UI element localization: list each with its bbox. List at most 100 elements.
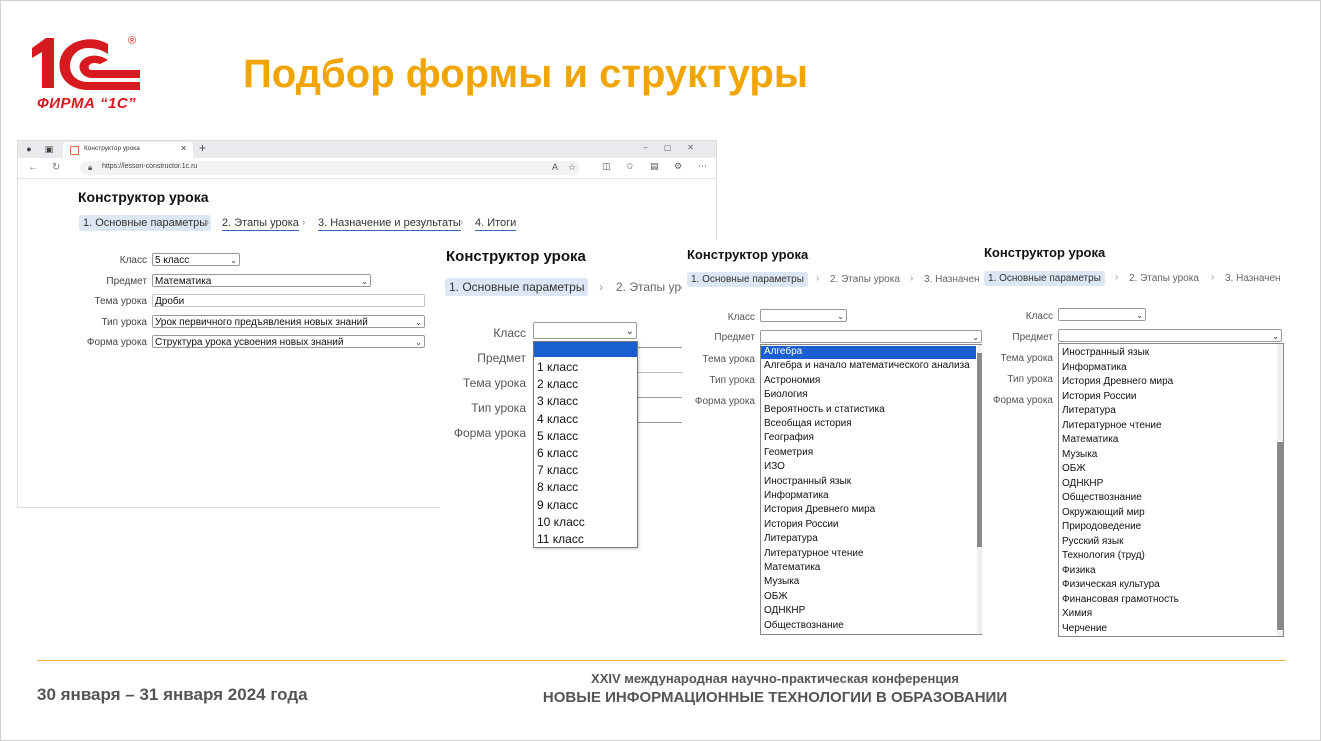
panel4-subject-option[interactable]: История России: [1062, 391, 1137, 402]
panel2-class-option[interactable]: 8 класс: [537, 480, 578, 494]
panel2-class-option[interactable]: 10 класс: [537, 515, 585, 529]
panel4-subject-option[interactable]: Черчение: [1062, 623, 1107, 634]
lesson-form-select[interactable]: Структура урока усвоения новых знаний ⌄: [152, 335, 425, 348]
panel2-class-option[interactable]: 11 класс: [537, 532, 584, 546]
panel4-subject-option[interactable]: Финансовая грамотность: [1062, 594, 1179, 605]
panel4-subject-option[interactable]: Литература: [1062, 405, 1116, 416]
panel4-subject-option[interactable]: Литературное чтение: [1062, 420, 1162, 431]
panel4-subject-option[interactable]: Обществознание: [1062, 492, 1142, 503]
panel4-class-label: Класс: [1025, 311, 1053, 322]
panel4-subject-option[interactable]: ОДНКНР: [1062, 478, 1103, 489]
back-icon[interactable]: ←: [28, 162, 38, 173]
favorites-icon[interactable]: ✩: [626, 161, 634, 172]
panel4-subject-option[interactable]: Природоведение: [1062, 521, 1141, 532]
panel3-subject-option[interactable]: История России: [764, 519, 839, 530]
panel2-class-select[interactable]: ⌄: [533, 322, 637, 339]
class-select[interactable]: 5 класс ⌄: [152, 253, 240, 266]
panel4-step-purpose[interactable]: 3. Назначен: [1225, 273, 1281, 284]
step-totals[interactable]: 4. Итоги: [475, 217, 517, 231]
panel4-class-select[interactable]: ⌄: [1058, 308, 1146, 321]
panel4-subject-option[interactable]: Технология (труд): [1062, 550, 1145, 561]
panel4-subject-option[interactable]: Музыка: [1062, 449, 1097, 460]
panel4-subject-option[interactable]: Иностранный язык: [1062, 347, 1149, 358]
panel3-subject-option[interactable]: Математика: [764, 562, 820, 573]
step-purpose-results[interactable]: 3. Назначение и результаты: [318, 217, 461, 231]
panel3-subject-option[interactable]: Всеобщая история: [764, 418, 852, 429]
panel4-step-basic-params[interactable]: 1. Основные параметры: [984, 271, 1105, 286]
panel4-subject-option[interactable]: ОБЖ: [1062, 463, 1086, 474]
panel3-subject-option[interactable]: Геометрия: [764, 447, 813, 458]
step-basic-params[interactable]: 1. Основные параметры: [79, 215, 212, 231]
lesson-type-select[interactable]: Урок первичного предъявления новых знани…: [152, 315, 425, 328]
window-controls[interactable]: –▢✕: [643, 143, 710, 152]
step-lesson-stages[interactable]: 2. Этапы урока: [222, 217, 299, 231]
topic-label: Тема урока: [94, 296, 148, 307]
panel4-step-stages[interactable]: 2. Этапы урока: [1129, 273, 1199, 284]
panel4-subject-dropdown-list[interactable]: Иностранный язык Информатика История Древн…: [1058, 343, 1284, 637]
panel3-subject-dropdown-list[interactable]: Алгебра Алгебра и начало математического …: [760, 344, 984, 635]
collections-icon[interactable]: ▤: [650, 161, 659, 172]
panel3-subject-option[interactable]: Алгебра и начало математического анализа: [764, 360, 970, 371]
browser-tab[interactable]: Конструктор урока ✕: [63, 142, 193, 158]
panel3-subject-option[interactable]: Астрономия: [764, 375, 820, 386]
panel4-subject-option[interactable]: Физика: [1062, 565, 1096, 576]
new-tab-button[interactable]: +: [199, 141, 206, 155]
panel2-selected-empty-option[interactable]: [534, 342, 637, 357]
panel2-class-option[interactable]: 1 класс: [537, 360, 578, 374]
panel2-class-option[interactable]: 2 класс: [537, 377, 578, 391]
panel2-form-label: Форма урока: [453, 426, 526, 440]
panel4-subject-option[interactable]: История Древнего мира: [1062, 376, 1173, 387]
chevron-right-icon: ›: [1211, 272, 1215, 283]
panel4-scrollbar[interactable]: [1277, 344, 1283, 636]
panel2-class-option[interactable]: 5 класс: [537, 429, 578, 443]
split-screen-icon[interactable]: ◫: [602, 161, 611, 172]
panel3-subject-option[interactable]: Обществознание: [764, 620, 844, 631]
panel2-step-basic-params[interactable]: 1. Основные параметры: [445, 278, 589, 296]
address-bar[interactable]: 🔒︎ https://lesson-constructor.1c.ru A ☆: [80, 161, 580, 175]
panel3-subject-option[interactable]: Алгебра: [764, 346, 802, 357]
panel2-class-option[interactable]: 7 класс: [537, 463, 578, 477]
panel2-class-option[interactable]: 6 класс: [537, 446, 578, 460]
refresh-icon[interactable]: ↻: [52, 162, 60, 173]
panel3-subject-option[interactable]: Вероятность и статистика: [764, 404, 885, 415]
panel3-step-purpose[interactable]: 3. Назначен: [924, 274, 980, 285]
subject-select[interactable]: Математика ⌄: [152, 274, 371, 287]
panel3-subject-option[interactable]: История Древнего мира: [764, 504, 875, 515]
panel3-subject-option[interactable]: Литература: [764, 533, 818, 544]
panel3-subject-option[interactable]: Литературное чтение: [764, 548, 864, 559]
panel4-subject-option[interactable]: Химия: [1062, 608, 1092, 619]
close-tab-icon[interactable]: ✕: [180, 144, 187, 153]
panel2-class-dropdown-list[interactable]: 1 класс 2 класс 3 класс 4 класс 5 класс 6 кла…: [533, 341, 638, 548]
panel3-step-basic-params[interactable]: 1. Основные параметры: [687, 272, 808, 287]
panel4-topic-label: Тема урока: [1000, 353, 1054, 364]
panel3-subject-option[interactable]: ИЗО: [764, 461, 785, 472]
panel3-subject-option[interactable]: ОДНКНР: [764, 605, 805, 616]
panel3-subject-select[interactable]: ⌄: [760, 330, 982, 343]
more-menu-icon[interactable]: ⋯: [698, 161, 707, 172]
favorite-star-icon[interactable]: ☆: [568, 162, 576, 173]
panel4-scroll-thumb[interactable]: [1277, 442, 1283, 630]
panel3-subject-option[interactable]: Информатика: [764, 490, 829, 501]
panel2-class-option[interactable]: 4 класс: [537, 412, 578, 426]
panel3-step-stages[interactable]: 2. Этапы урока: [830, 274, 900, 285]
panel4-subject-option[interactable]: Русский язык: [1062, 536, 1123, 547]
profile-icon[interactable]: ●: [24, 144, 34, 154]
read-aloud-icon[interactable]: A: [552, 162, 558, 172]
tab-actions-icon[interactable]: ▣: [44, 144, 54, 154]
panel3-subject-option[interactable]: География: [764, 432, 814, 443]
panel4-subject-select[interactable]: ⌄: [1058, 329, 1282, 342]
panel4-subject-option[interactable]: Математика: [1062, 434, 1118, 445]
panel3-subject-option[interactable]: Музыка: [764, 576, 799, 587]
topic-input[interactable]: Дроби: [152, 294, 425, 307]
extensions-icon[interactable]: ⚙: [674, 161, 682, 172]
panel4-subject-option[interactable]: Физическая культура: [1062, 579, 1160, 590]
panel3-subject-option[interactable]: Биология: [764, 389, 808, 400]
panel2-step-stages[interactable]: 2. Этапы уро: [616, 280, 688, 294]
panel3-class-select[interactable]: ⌄: [760, 309, 847, 322]
panel4-subject-option[interactable]: Окружающий мир: [1062, 507, 1145, 518]
panel2-class-option[interactable]: 3 класс: [537, 394, 578, 408]
panel2-class-option[interactable]: 9 класс: [537, 498, 578, 512]
panel4-subject-option[interactable]: Информатика: [1062, 362, 1127, 373]
panel3-subject-option[interactable]: Иностранный язык: [764, 476, 851, 487]
panel3-subject-option[interactable]: ОБЖ: [764, 591, 788, 602]
